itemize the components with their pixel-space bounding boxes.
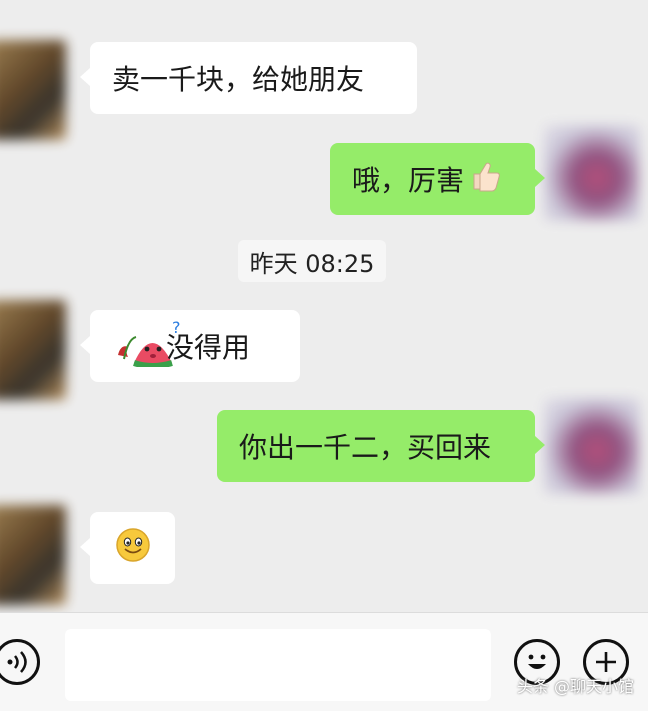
message-timestamp: 昨天 08:25 — [238, 240, 386, 282]
smiley-icon — [115, 527, 151, 570]
thumbs-up-icon — [468, 159, 502, 200]
message-bubble-incoming[interactable]: 卖一千块，给她朋友 — [80, 42, 417, 114]
voice-icon[interactable] — [0, 639, 40, 685]
message-input[interactable] — [65, 629, 491, 701]
message-text: 没得用 — [166, 331, 251, 364]
self-avatar[interactable] — [544, 398, 640, 494]
message-bubble-incoming[interactable]: ? 没得用 — [80, 310, 300, 382]
chat-area[interactable]: 卖一千块，给她朋友 哦，厉害 昨天 08:25 ? 没得用 你出一千二，买回来 — [0, 0, 648, 612]
message-bubble-incoming[interactable] — [80, 512, 175, 584]
sender-avatar[interactable] — [0, 300, 66, 400]
message-bubble-outgoing[interactable]: 你出一千二，买回来 — [217, 410, 545, 482]
message-text: 卖一千块，给她朋友 — [112, 63, 365, 96]
watermark-text: 头条 @聊天小馆 — [516, 677, 634, 696]
self-avatar[interactable] — [544, 125, 640, 221]
composer-bar: 头条 @聊天小馆 — [0, 612, 648, 711]
message-bubble-outgoing[interactable]: 哦，厉害 — [330, 143, 545, 215]
message-text: 哦，厉害 — [352, 164, 465, 197]
sender-avatar[interactable] — [0, 505, 66, 605]
message-text: 你出一千二，买回来 — [239, 431, 492, 464]
sender-avatar[interactable] — [0, 40, 66, 140]
